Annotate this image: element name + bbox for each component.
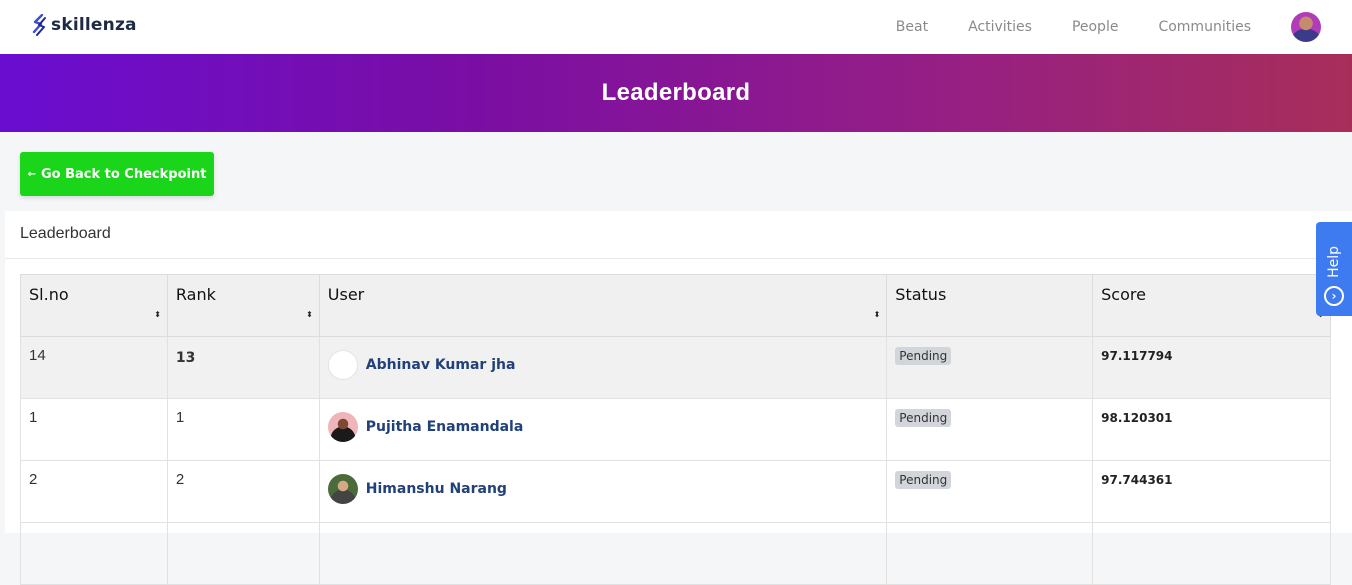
cell-status: Pending xyxy=(886,398,1094,461)
skillenza-logo-icon xyxy=(32,14,46,36)
cell-rank: 13 xyxy=(166,336,320,399)
header-label: Status xyxy=(895,285,947,304)
cell-slno: 2 xyxy=(20,460,168,523)
cell-score xyxy=(1092,522,1331,585)
column-header-score[interactable]: Score⬍ xyxy=(1092,274,1331,337)
help-tab[interactable]: Help › xyxy=(1316,222,1352,316)
cell-rank xyxy=(166,522,320,585)
cell-slno: 14 xyxy=(20,336,168,399)
cell-user: Himanshu Narang xyxy=(318,460,888,523)
column-header-user[interactable]: User ⬍ xyxy=(318,274,888,337)
cell-score: 97.744361 xyxy=(1092,460,1331,523)
back-to-checkpoint-button[interactable]: ← Go Back to Checkpoint xyxy=(20,152,214,196)
cell-score: 98.120301 xyxy=(1092,398,1331,461)
status-badge: Pending xyxy=(895,471,952,489)
user-avatar-icon xyxy=(327,474,358,504)
sort-icon[interactable]: ⬍ xyxy=(306,311,313,319)
cell-status: Pending xyxy=(886,460,1094,523)
header-label: Score xyxy=(1101,285,1146,304)
top-navbar: skillenza Beat Activities People Communi… xyxy=(0,0,1352,54)
score-value: 97.744361 xyxy=(1101,473,1173,487)
user-name-link[interactable]: Pujitha Enamandala xyxy=(366,419,524,435)
arrow-left-icon: ← xyxy=(27,168,36,180)
table-row: 14 13 Abhinav Kumar jha Pending 97.11779… xyxy=(20,336,1331,399)
table-row xyxy=(20,522,1331,585)
leaderboard-table: Sl.no ⬍ Rank ⬍ User ⬍ Status Score⬍ 14 13 A… xyxy=(20,274,1331,585)
cell-user: Pujitha Enamandala xyxy=(318,398,888,461)
user-name-link[interactable]: Himanshu Narang xyxy=(366,481,507,497)
card-title: Leaderboard xyxy=(5,211,1352,259)
user-info: Abhinav Kumar jha xyxy=(327,347,879,380)
back-button-label: Go Back to Checkpoint xyxy=(40,166,207,182)
user-avatar-icon xyxy=(327,350,358,380)
status-badge: Pending xyxy=(895,409,952,427)
cell-rank: 2 xyxy=(166,460,320,523)
user-info: Himanshu Narang xyxy=(327,471,879,504)
cell-score: 97.117794 xyxy=(1092,336,1331,399)
cell-status xyxy=(886,522,1094,585)
nav-item-activities[interactable]: Activities xyxy=(968,19,1032,35)
profile-avatar[interactable] xyxy=(1291,12,1321,42)
header-label: Rank xyxy=(175,285,216,304)
brand-name: skillenza xyxy=(51,15,137,35)
user-info: Pujitha Enamandala xyxy=(327,409,879,442)
score-value: 98.120301 xyxy=(1101,411,1173,425)
cell-user xyxy=(318,522,888,585)
cell-slno: 1 xyxy=(20,398,168,461)
nav-item-beat[interactable]: Beat xyxy=(896,19,928,35)
nav-item-people[interactable]: People xyxy=(1072,19,1119,35)
nav-item-communities[interactable]: Communities xyxy=(1158,19,1251,35)
cell-rank: 1 xyxy=(166,398,320,461)
score-value: 97.117794 xyxy=(1101,349,1173,363)
column-header-slno[interactable]: Sl.no ⬍ xyxy=(20,274,168,337)
brand-logo[interactable]: skillenza xyxy=(32,14,137,36)
status-badge: Pending xyxy=(895,347,952,365)
sort-icon[interactable]: ⬍ xyxy=(874,311,881,319)
user-avatar-icon xyxy=(327,412,358,442)
help-circle-icon: › xyxy=(1324,286,1344,306)
column-header-rank[interactable]: Rank ⬍ xyxy=(166,274,320,337)
cell-status: Pending xyxy=(886,336,1094,399)
leaderboard-card: Leaderboard Sl.no ⬍ Rank ⬍ User ⬍ Status Sc… xyxy=(5,211,1352,585)
cell-slno xyxy=(20,522,168,585)
table-header-row: Sl.no ⬍ Rank ⬍ User ⬍ Status Score⬍ xyxy=(20,274,1331,337)
page-title: Leaderboard xyxy=(601,79,751,106)
hero-banner: Leaderboard xyxy=(0,54,1352,132)
user-name-link[interactable]: Abhinav Kumar jha xyxy=(366,357,516,373)
table-row: 1 1 Pujitha Enamandala Pending 98.120301 xyxy=(20,398,1331,461)
sort-icon[interactable]: ⬍ xyxy=(154,311,161,319)
cell-user: Abhinav Kumar jha xyxy=(318,336,888,399)
rank-value: 13 xyxy=(175,350,196,366)
header-label: Sl.no xyxy=(29,285,69,304)
main-nav: Beat Activities People Communities xyxy=(896,0,1352,54)
help-label: Help xyxy=(1326,246,1342,278)
header-label: User xyxy=(327,285,365,304)
column-header-status: Status xyxy=(886,274,1094,337)
table-row: 2 2 Himanshu Narang Pending 97.744361 xyxy=(20,460,1331,523)
